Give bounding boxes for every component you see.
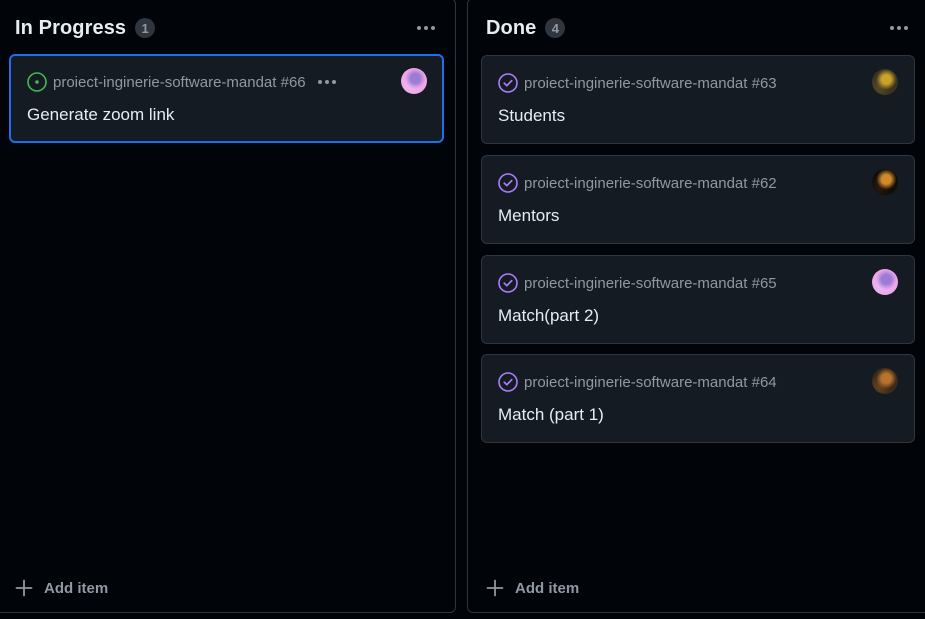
column-title: In Progress bbox=[15, 16, 127, 39]
column-count-badge: 4 bbox=[545, 18, 566, 38]
kebab-horizontal-icon bbox=[317, 80, 336, 84]
column-title: Done bbox=[486, 16, 537, 39]
card-repo-link[interactable]: proiect-inginerie-software-mandat #63 bbox=[524, 75, 777, 92]
kebab-horizontal-icon bbox=[417, 26, 435, 30]
card-meta: proiect-inginerie-software-mandat #64 bbox=[498, 372, 900, 392]
card-repo-link[interactable]: proiect-inginerie-software-mandat #66 bbox=[53, 74, 306, 91]
column-count-badge: 1 bbox=[135, 18, 156, 38]
card-issue-64[interactable]: proiect-inginerie-software-mandat #64 Ma… bbox=[481, 354, 915, 443]
card-title[interactable]: Mentors bbox=[498, 206, 559, 226]
avatar[interactable] bbox=[872, 368, 898, 394]
card-issue-65[interactable]: proiect-inginerie-software-mandat #65 Ma… bbox=[481, 255, 915, 344]
add-item-label: Add item bbox=[515, 579, 580, 597]
card-options-button[interactable] bbox=[317, 72, 336, 92]
card-title[interactable]: Match(part 2) bbox=[498, 306, 599, 326]
column-header: In Progress 1 bbox=[0, 13, 455, 43]
column-header: Done 4 bbox=[468, 13, 925, 43]
card-issue-63[interactable]: proiect-inginerie-software-mandat #63 St… bbox=[481, 55, 915, 144]
add-item-button[interactable]: Add item bbox=[486, 576, 579, 600]
column-done: Done 4 proiect-inginerie-software-mandat… bbox=[467, 0, 925, 613]
kebab-horizontal-icon bbox=[890, 26, 908, 30]
card-issue-62[interactable]: proiect-inginerie-software-mandat #62 Me… bbox=[481, 155, 915, 244]
card-meta: proiect-inginerie-software-mandat #65 bbox=[498, 273, 900, 293]
card-meta: proiect-inginerie-software-mandat #62 bbox=[498, 173, 900, 193]
avatar[interactable] bbox=[872, 69, 898, 95]
card-meta: proiect-inginerie-software-mandat #63 bbox=[498, 73, 900, 93]
column-options-button[interactable] bbox=[411, 13, 441, 43]
card-title[interactable]: Students bbox=[498, 106, 565, 126]
issue-closed-icon bbox=[498, 372, 518, 392]
avatar[interactable] bbox=[872, 169, 898, 195]
add-item-label: Add item bbox=[44, 579, 109, 597]
column-in-progress: In Progress 1 proiect-inginerie-software… bbox=[0, 0, 456, 613]
add-item-button[interactable]: Add item bbox=[15, 576, 108, 600]
card-issue-66[interactable]: proiect-inginerie-software-mandat #66 Ge… bbox=[9, 54, 444, 143]
card-title[interactable]: Match (part 1) bbox=[498, 405, 604, 425]
project-board: In Progress 1 proiect-inginerie-software… bbox=[0, 0, 925, 619]
issue-opened-icon bbox=[27, 72, 47, 92]
card-meta: proiect-inginerie-software-mandat #66 bbox=[27, 72, 428, 92]
card-repo-link[interactable]: proiect-inginerie-software-mandat #64 bbox=[524, 374, 777, 391]
plus-icon bbox=[15, 579, 33, 597]
column-options-button[interactable] bbox=[884, 13, 914, 43]
card-title[interactable]: Generate zoom link bbox=[27, 105, 174, 125]
plus-icon bbox=[486, 579, 504, 597]
avatar[interactable] bbox=[401, 68, 427, 94]
issue-closed-icon bbox=[498, 173, 518, 193]
card-repo-link[interactable]: proiect-inginerie-software-mandat #65 bbox=[524, 275, 777, 292]
issue-closed-icon bbox=[498, 273, 518, 293]
issue-closed-icon bbox=[498, 73, 518, 93]
card-repo-link[interactable]: proiect-inginerie-software-mandat #62 bbox=[524, 175, 777, 192]
avatar[interactable] bbox=[872, 269, 898, 295]
